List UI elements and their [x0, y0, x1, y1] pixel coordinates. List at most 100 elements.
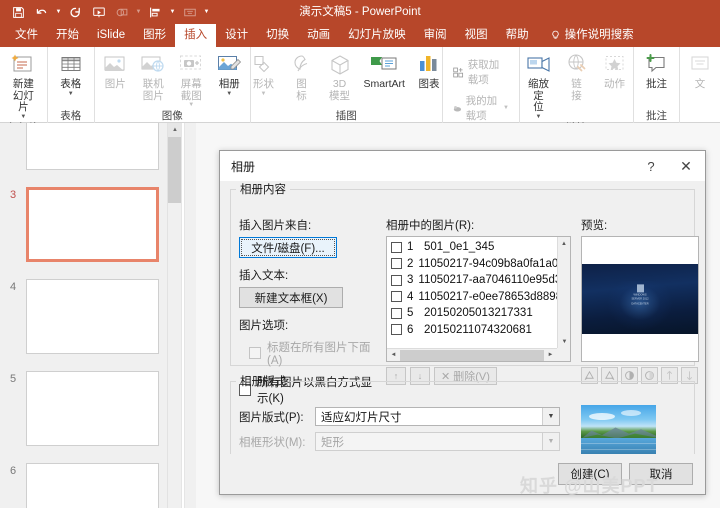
ribbon-group-comments-label: 批注	[646, 110, 667, 122]
screenshot-caret-icon[interactable]: ▼	[188, 102, 194, 108]
tab-islide[interactable]: iSlide	[88, 24, 134, 47]
shapes-merge-dropdown-icon[interactable]: ▼	[134, 2, 143, 22]
list-vertical-scrollbar[interactable]: ▲ ▼	[557, 237, 570, 348]
align-icon[interactable]	[145, 2, 166, 22]
new-slide-caret-icon[interactable]: ▼	[20, 114, 26, 120]
get-addins-label: 获取加载项	[467, 59, 500, 86]
align-dropdown-icon[interactable]: ▼	[168, 2, 177, 22]
list-hscroll-thumb[interactable]	[400, 349, 544, 361]
tab-transitions[interactable]: 切换	[257, 24, 298, 47]
list-item-index: 1	[407, 241, 414, 254]
shapes-caret-icon[interactable]: ▼	[261, 91, 267, 97]
tab-file[interactable]: 文件	[6, 24, 47, 47]
start-slideshow-icon[interactable]	[88, 2, 109, 22]
list-item[interactable]: 2 11050217-94c09b8a0fa1a0ae.we	[387, 256, 570, 273]
caption-below-checkbox[interactable]: 标题在所有图片下面(A)	[239, 339, 379, 367]
dialog-help-button[interactable]: ?	[635, 151, 667, 181]
slide-thumb-image-4[interactable]	[26, 279, 159, 354]
scroll-up-icon[interactable]: ▲	[168, 123, 182, 137]
text-box-icon[interactable]	[179, 2, 200, 22]
list-item-name: 11050217-aa7046110e95d31b.w	[418, 274, 571, 287]
undo-icon[interactable]	[31, 2, 52, 22]
smartart-label: SmartArt	[363, 78, 405, 90]
tab-animations[interactable]: 动画	[298, 24, 339, 47]
tab-home[interactable]: 开始	[47, 24, 88, 47]
list-item-checkbox[interactable]	[391, 291, 402, 303]
slide-panel-scrollbar[interactable]: ▲	[167, 123, 182, 508]
tab-insert[interactable]: 插入	[175, 24, 217, 47]
list-scroll-left-icon[interactable]: ◄	[387, 349, 400, 362]
list-item-checkbox[interactable]	[391, 241, 402, 253]
chevron-down-icon[interactable]: ▼	[542, 408, 559, 425]
tab-review[interactable]: 审阅	[415, 24, 456, 47]
comment-button[interactable]: 批注	[638, 50, 676, 92]
list-horizontal-scrollbar[interactable]: ◄ ►	[387, 348, 557, 361]
my-addins-button[interactable]: 我的加载项 ▼	[447, 90, 515, 126]
tab-view[interactable]: 视图	[456, 24, 497, 47]
frame-shape-combo[interactable]: 矩形 ▼	[315, 432, 560, 451]
shapes-merge-icon[interactable]	[111, 2, 132, 22]
scroll-thumb[interactable]	[168, 137, 182, 203]
screenshot-button[interactable]: 屏幕截图 ▼	[172, 50, 210, 109]
get-addins-button[interactable]: 获取加载项	[447, 54, 515, 90]
pictures-listbox[interactable]: 1 501_0e1_345 2 11050217-94c09b8a0fa1a0a…	[386, 236, 571, 362]
my-addins-caret-icon[interactable]: ▼	[503, 105, 509, 111]
new-slide-button[interactable]: 新建 幻灯片 ▼	[4, 50, 43, 121]
tell-me-search[interactable]: 操作说明搜索	[538, 24, 643, 47]
icons-button[interactable]: 图 标	[283, 50, 321, 103]
photo-album-caret-icon[interactable]: ▼	[226, 91, 232, 97]
tab-graphics[interactable]: 图形	[134, 24, 175, 47]
list-item-checkbox[interactable]	[391, 274, 402, 286]
list-item-checkbox[interactable]	[391, 258, 402, 270]
file-disk-button[interactable]: 文件/磁盘(F)...	[239, 237, 337, 258]
text-button[interactable]: 文	[681, 50, 719, 92]
caption-below-checkbox-box[interactable]	[249, 347, 261, 359]
online-picture-button[interactable]: 联机图片	[134, 50, 172, 103]
action-label: 动作	[604, 78, 625, 90]
slide-thumb-image-3[interactable]	[26, 187, 159, 262]
link-button[interactable]: 链 接	[558, 50, 596, 103]
list-item-name: 20150205013217331	[424, 307, 533, 320]
smartart-button[interactable]: SmartArt	[359, 50, 410, 92]
list-item[interactable]: 6 20150211074320681	[387, 322, 570, 339]
list-scroll-down-icon[interactable]: ▼	[558, 335, 570, 348]
list-scroll-right-icon[interactable]: ►	[544, 349, 557, 362]
list-item-checkbox[interactable]	[391, 324, 402, 336]
zoom-button[interactable]: 缩放定 位 ▼	[520, 50, 558, 121]
slide-thumb-image-2[interactable]	[26, 123, 159, 170]
list-item[interactable]: 4 11050217-e0ee78653d889843.w	[387, 289, 570, 306]
list-scroll-up-icon[interactable]: ▲	[558, 237, 570, 250]
online-picture-icon	[140, 51, 166, 78]
action-button[interactable]: 动作	[596, 50, 634, 92]
list-item-index: 6	[407, 323, 414, 336]
list-item[interactable]: 3 11050217-aa7046110e95d31b.w	[387, 272, 570, 289]
zoom-caret-icon[interactable]: ▼	[536, 114, 542, 120]
redo-icon[interactable]	[65, 2, 86, 22]
undo-dropdown-icon[interactable]: ▼	[54, 2, 63, 22]
icons-label: 图 标	[296, 78, 307, 102]
list-item-index: 4	[407, 290, 414, 303]
picture-layout-combo[interactable]: 适应幻灯片尺寸 ▼	[315, 407, 560, 426]
list-item[interactable]: 1 501_0e1_345	[387, 239, 570, 256]
3d-model-button[interactable]: 3D 模型	[321, 50, 359, 103]
tab-slideshow[interactable]: 幻灯片放映	[339, 24, 415, 47]
slide-thumb-image-5[interactable]	[26, 371, 159, 446]
table-button[interactable]: 表格 ▼	[52, 50, 90, 98]
album-content-group: 相册内容 插入图片来自: 文件/磁盘(F)... 插入文本: 新建文本框(X) …	[230, 181, 699, 405]
list-item-checkbox[interactable]	[391, 307, 402, 319]
tab-design[interactable]: 设计	[216, 24, 257, 47]
dialog-close-button[interactable]: ✕	[667, 151, 705, 181]
chevron-down-icon[interactable]: ▼	[542, 433, 559, 450]
list-item[interactable]: 5 20150205013217331	[387, 305, 570, 322]
panel-splitter[interactable]	[181, 123, 185, 508]
tab-help[interactable]: 帮助	[497, 24, 538, 47]
slide-thumb-image-6[interactable]	[26, 463, 159, 508]
shapes-button[interactable]: 形状 ▼	[245, 50, 283, 98]
save-icon[interactable]	[8, 2, 29, 22]
table-caret-icon[interactable]: ▼	[68, 91, 74, 97]
preview-column: 预览: WINDOWS SERVER 2012 DATACENTER	[581, 217, 699, 384]
new-textbox-button[interactable]: 新建文本框(X)	[239, 287, 343, 308]
photo-album-label: 相册	[218, 78, 240, 90]
picture-button[interactable]: 图片	[96, 50, 134, 92]
customize-qat-icon[interactable]: ▼	[202, 2, 211, 22]
